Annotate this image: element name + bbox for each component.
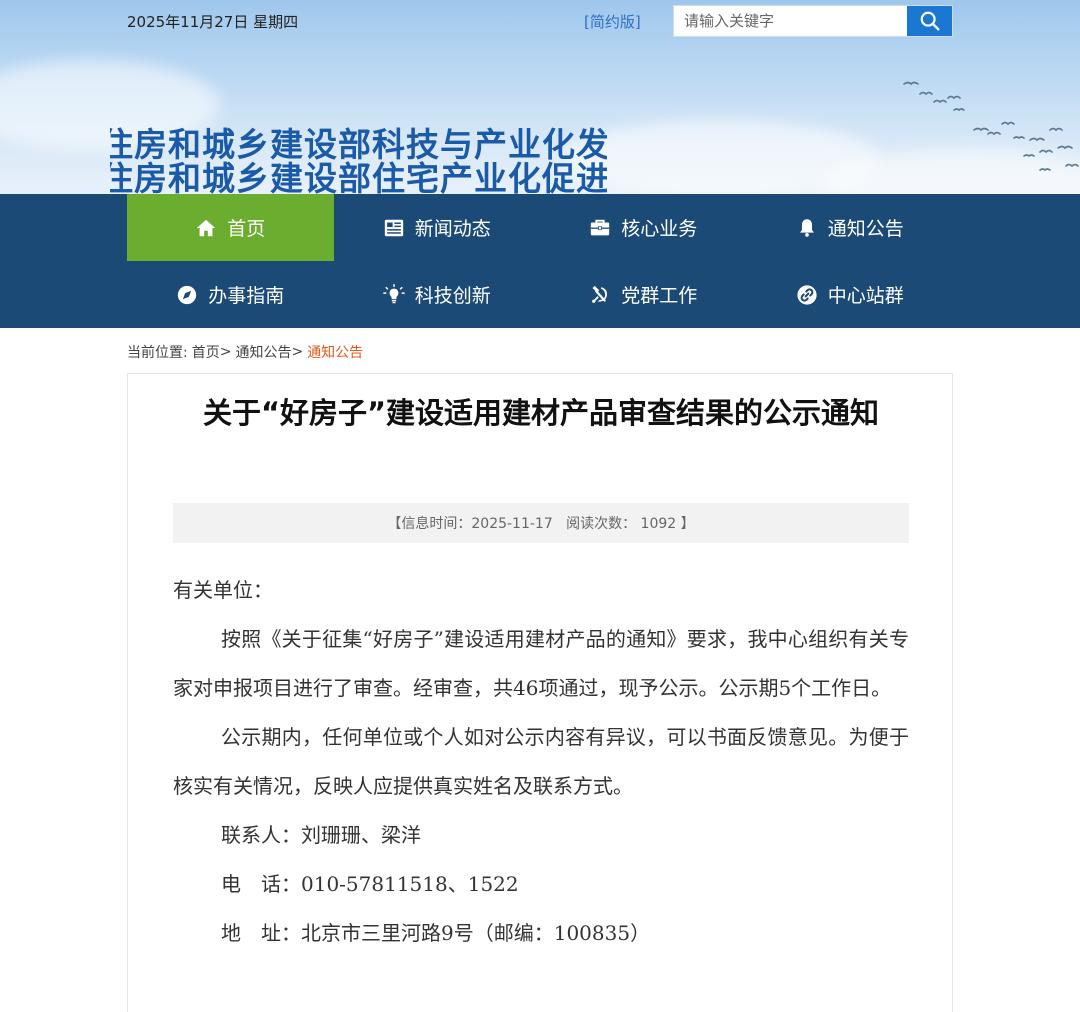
briefcase-icon bbox=[591, 219, 610, 235]
nav-item-home[interactable]: 首页 bbox=[127, 194, 334, 261]
hammer-sickle-icon bbox=[592, 285, 608, 303]
nav-item-news[interactable]: 新闻动态 bbox=[334, 194, 541, 261]
search-button[interactable] bbox=[907, 6, 952, 36]
search-box bbox=[673, 5, 953, 37]
search-input[interactable] bbox=[674, 6, 907, 36]
nav-label: 党群工作 bbox=[621, 285, 698, 307]
newspaper-icon bbox=[384, 219, 403, 236]
nav-item-site-group[interactable]: 中心站群 bbox=[747, 261, 954, 328]
breadcrumb-current-link[interactable]: 通知公告 bbox=[307, 342, 363, 362]
nav-label: 通知公告 bbox=[827, 218, 904, 240]
article-paragraph: 按照《关于征集“好房子”建设适用建材产品的通知》要求，我中心组织有关专家对申报项… bbox=[173, 627, 909, 700]
nav-label: 中心站群 bbox=[827, 285, 904, 307]
nav-label: 科技创新 bbox=[414, 285, 491, 307]
link-icon bbox=[797, 284, 817, 305]
breadcrumb-home-link[interactable]: 首页 bbox=[192, 342, 220, 362]
nav-label: 核心业务 bbox=[621, 218, 698, 240]
nav-label: 新闻动态 bbox=[414, 218, 491, 240]
site-title-line2: 住房和城乡建设部住宅产业化促进中心 bbox=[110, 159, 607, 195]
nav-label: 办事指南 bbox=[208, 285, 285, 307]
search-icon bbox=[920, 11, 939, 31]
article-phone: 电 话：010-57811518、1522 bbox=[221, 872, 519, 896]
breadcrumb-section-link[interactable]: 通知公告 bbox=[235, 342, 291, 362]
lightbulb-icon bbox=[382, 283, 405, 303]
article-panel: 关于“好房子”建设适用建材产品审查结果的公示通知 【信息时间：2025-11-1… bbox=[127, 373, 953, 1012]
simple-version-link[interactable]: [简约版] bbox=[584, 11, 641, 32]
breadcrumb-separator: > bbox=[291, 344, 304, 360]
nav-label: 首页 bbox=[227, 218, 266, 240]
current-date: 2025年11月27日 星期四 bbox=[127, 13, 299, 31]
main-nav: 首页 新闻动态 核心业务 通知公告 办事指南 科技创新 党群工作 中心站群 bbox=[0, 194, 1080, 328]
home-icon bbox=[197, 219, 216, 236]
article-paragraph: 公示期内，任何单位或个人如对公示内容有异议，可以书面反馈意见。为便于核实有关情况… bbox=[173, 725, 909, 798]
birds-decoration bbox=[903, 81, 1079, 172]
site-title-logo: 住房和城乡建设部科技与产业化发展中心 住房和城乡建设部住宅产业化促进中心 bbox=[110, 126, 607, 194]
article-contact: 联系人：刘珊珊、梁洋 bbox=[221, 823, 421, 847]
article-body: 有关单位： 按照《关于征集“好房子”建设适用建材产品的通知》要求，我中心组织有关… bbox=[173, 566, 909, 958]
article-meta-bar: 【信息时间：2025-11-17 阅读次数： 1092 】 bbox=[173, 503, 909, 543]
header-banner: 2025年11月27日 星期四 [简约版] 住房和城乡建设部科技与产业化发展中心… bbox=[0, 0, 1080, 194]
nav-item-core-business[interactable]: 核心业务 bbox=[540, 194, 747, 261]
breadcrumb-separator: > bbox=[219, 344, 232, 360]
compass-icon bbox=[178, 285, 197, 304]
nav-item-service-guide[interactable]: 办事指南 bbox=[127, 261, 334, 328]
article-title: 关于“好房子”建设适用建材产品审查结果的公示通知 bbox=[202, 396, 880, 430]
bell-icon bbox=[799, 218, 814, 237]
nav-item-party-work[interactable]: 党群工作 bbox=[540, 261, 747, 328]
nav-item-innovation[interactable]: 科技创新 bbox=[334, 261, 541, 328]
breadcrumb-prefix: 当前位置: bbox=[127, 345, 188, 361]
nav-item-notices[interactable]: 通知公告 bbox=[747, 194, 954, 261]
article-meta: 【信息时间：2025-11-17 阅读次数： 1092 】 bbox=[387, 516, 695, 532]
article-salutation: 有关单位： bbox=[173, 578, 273, 602]
breadcrumb: 当前位置: 首页 > 通知公告 > 通知公告 bbox=[127, 342, 363, 362]
article-address: 地 址：北京市三里河路9号（邮编：100835） bbox=[221, 921, 651, 945]
